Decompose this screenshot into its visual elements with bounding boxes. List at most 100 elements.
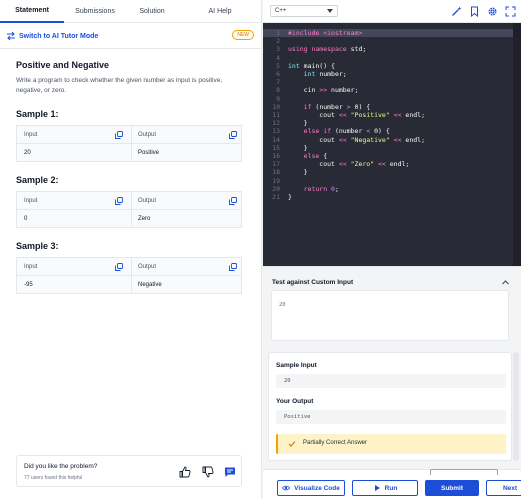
- code-line[interactable]: 1 #include <iostream>: [263, 29, 513, 38]
- your-output-label: Your Output: [276, 398, 314, 405]
- code-line[interactable]: 11 cout << "Positive" << endl;: [263, 111, 513, 119]
- code-token: int: [288, 61, 304, 70]
- output-label: Output: [138, 264, 157, 270]
- code-line[interactable]: 19: [263, 177, 513, 185]
- copy-icon[interactable]: [115, 197, 123, 205]
- line-number: 15: [272, 143, 280, 152]
- visualize-code-button[interactable]: Visualize Code: [277, 480, 345, 496]
- code-line[interactable]: 20 return 0;: [263, 185, 513, 193]
- code-token: 0) {: [350, 102, 371, 111]
- code-line[interactable]: 21}: [263, 193, 513, 201]
- your-output-value: Positive: [276, 410, 506, 424]
- code-editor[interactable]: 1 #include <iostream> 2 3 using namespace st…: [263, 23, 521, 266]
- code-token: "Positive": [346, 111, 394, 119]
- code-line[interactable]: 6 int number;: [263, 70, 513, 78]
- copy-icon[interactable]: [115, 263, 123, 271]
- tab-solution[interactable]: Solution: [126, 0, 178, 23]
- feedback-question: Did you like the problem?: [24, 463, 98, 470]
- tab-ai-help[interactable]: AI Help: [178, 0, 262, 23]
- play-icon: [374, 485, 380, 491]
- problem-tabs: Statement Submissions Solution AI Help: [0, 0, 262, 23]
- problem-panel: Statement Submissions Solution AI Help S…: [0, 0, 262, 499]
- bookmark-icon[interactable]: [469, 6, 480, 17]
- gear-icon[interactable]: [487, 6, 498, 17]
- code-token: std;: [350, 45, 367, 54]
- result-status-text: Partially Correct Answer: [303, 440, 368, 446]
- hidden-panel-edge: [430, 469, 498, 475]
- code-token: ;: [334, 184, 339, 193]
- code-token: if: [288, 102, 316, 111]
- custom-input-field[interactable]: 20: [271, 290, 509, 341]
- copy-icon[interactable]: [229, 263, 237, 271]
- code-token: }: [288, 193, 292, 201]
- submit-button[interactable]: Submit: [425, 480, 479, 496]
- magic-wand-icon[interactable]: [451, 6, 462, 17]
- code-token: "Negative": [346, 135, 394, 144]
- code-line[interactable]: 15 }: [263, 144, 513, 152]
- code-token: }: [288, 143, 308, 152]
- thumbs-up-icon[interactable]: [179, 466, 191, 478]
- editor-toolbar: C++: [263, 0, 521, 23]
- ai-tutor-label: Switch to AI Tutor Mode: [19, 32, 99, 40]
- code-line[interactable]: 12 }: [263, 119, 513, 127]
- run-button[interactable]: Run: [352, 480, 418, 496]
- code-token: (number: [334, 127, 367, 136]
- code-token: number;: [327, 86, 359, 95]
- line-number: 1: [276, 29, 280, 37]
- code-line[interactable]: 14 cout << "Negative" << endl;: [263, 136, 513, 144]
- code-token: <<: [338, 160, 347, 169]
- copy-icon[interactable]: [115, 131, 123, 139]
- code-line[interactable]: 7: [263, 78, 513, 86]
- results-scrollbar[interactable]: [513, 352, 519, 461]
- output-label: Output: [138, 198, 157, 204]
- code-token: return: [288, 184, 332, 193]
- code-line[interactable]: 13 else if (number < 0) {: [263, 127, 513, 135]
- eye-icon: [282, 485, 291, 491]
- copy-icon[interactable]: [229, 131, 237, 139]
- chevron-down-icon: [327, 9, 333, 13]
- code-line[interactable]: 9: [263, 95, 513, 103]
- code-line[interactable]: 16 else {: [263, 152, 513, 160]
- line-number: 3: [276, 45, 280, 54]
- ai-tutor-toggle[interactable]: Switch to AI Tutor Mode NEW: [6, 30, 254, 42]
- code-token: endl;: [401, 135, 425, 144]
- line-number: 5: [276, 61, 280, 70]
- code-line[interactable]: 2: [263, 37, 513, 45]
- sample-input-value: -95: [24, 282, 33, 288]
- language-select[interactable]: C++: [270, 5, 338, 17]
- check-icon: [288, 441, 296, 447]
- code-token: <<: [378, 160, 386, 169]
- swap-icon: [7, 31, 15, 41]
- code-line[interactable]: 5 int main() {: [263, 62, 513, 70]
- code-token: "Zero": [346, 160, 379, 169]
- code-line[interactable]: 17 cout << "Zero" << endl;: [263, 160, 513, 168]
- code-line[interactable]: 8 cin >> number;: [263, 86, 513, 94]
- code-token: 0) {: [370, 127, 390, 136]
- comment-icon[interactable]: [224, 466, 236, 478]
- code-line[interactable]: 3 using namespace std;: [263, 45, 513, 53]
- tab-submissions[interactable]: Submissions: [64, 0, 126, 23]
- expand-icon[interactable]: [505, 6, 516, 17]
- feedback-count: 77 users found this helpful: [24, 475, 83, 481]
- next-button[interactable]: Next: [486, 480, 521, 496]
- code-token: }: [288, 119, 308, 128]
- code-line[interactable]: 4: [263, 54, 513, 62]
- sample-heading: Sample 3:: [16, 241, 59, 251]
- editor-scrollbar[interactable]: [513, 23, 521, 266]
- code-line[interactable]: 10 if (number > 0) {: [263, 103, 513, 111]
- sample-output-value: Zero: [138, 216, 151, 222]
- code-token: cin: [288, 86, 320, 95]
- code-token: main() {: [303, 61, 335, 70]
- line-number: 18: [272, 168, 280, 177]
- code-token: >>: [319, 86, 328, 95]
- code-token: number;: [319, 70, 347, 78]
- copy-icon[interactable]: [229, 197, 237, 205]
- sample-input-value: 20: [276, 374, 506, 388]
- thumbs-down-icon[interactable]: [202, 466, 214, 478]
- sample-heading: Sample 2:: [16, 175, 59, 185]
- code-token: cout: [288, 135, 339, 144]
- line-number: 14: [272, 135, 280, 144]
- code-line[interactable]: 18 }: [263, 168, 513, 176]
- code-token: {: [323, 152, 328, 160]
- tab-statement[interactable]: Statement: [0, 0, 64, 23]
